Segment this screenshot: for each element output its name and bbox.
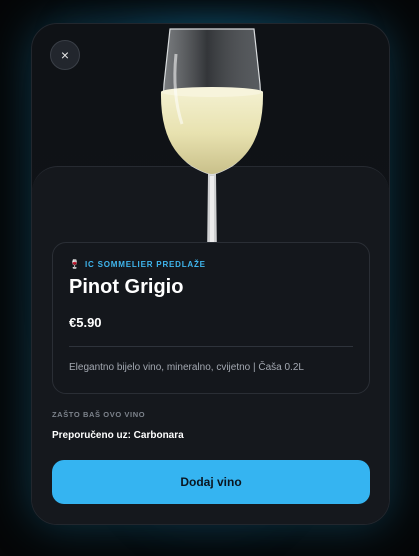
pairing-text: Preporučeno uz: Carbonara (52, 430, 184, 441)
card-divider (69, 346, 353, 347)
add-wine-button[interactable]: Dodaj vino (52, 460, 370, 504)
badge-text: IC SOMMELIER PREDLAŽE (85, 260, 206, 269)
why-label: ZAŠTO BAŠ OVO VINO (52, 410, 146, 419)
wine-description: Elegantno bijelo vino, mineralno, cvijet… (69, 362, 304, 373)
close-icon: × (60, 47, 70, 63)
wine-name: Pinot Grigio (69, 276, 184, 298)
sommelier-badge: 🍷 IC SOMMELIER PREDLAŽE (69, 259, 206, 270)
wine-glass-icon: 🍷 (69, 259, 82, 269)
wine-card: 🍷 IC SOMMELIER PREDLAŽE Pinot Grigio €5.… (52, 242, 370, 394)
wine-recommendation-modal: × 🍷 IC SOMMELIER PREDLAŽE Pinot Grigio €… (31, 23, 390, 525)
wine-price: €5.90 (69, 315, 102, 330)
close-button[interactable]: × (50, 40, 80, 70)
